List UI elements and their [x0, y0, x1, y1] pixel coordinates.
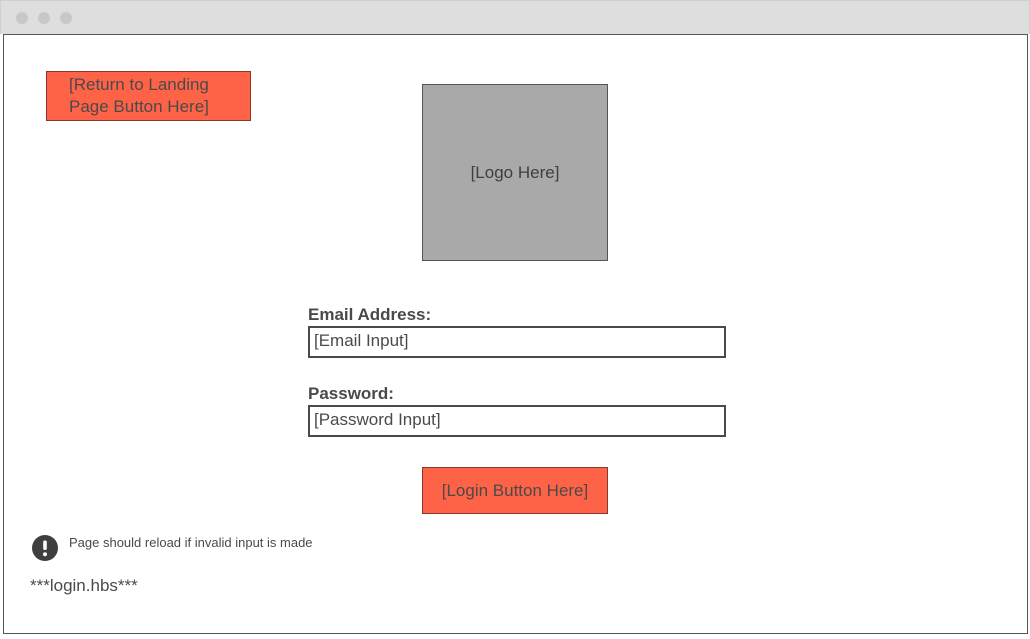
validation-note: Page should reload if invalid input is m… [69, 535, 313, 550]
maximize-dot[interactable] [60, 12, 72, 24]
minimize-dot[interactable] [38, 12, 50, 24]
return-to-landing-button[interactable]: [Return to Landing Page Button Here] [46, 71, 251, 121]
login-button-label: [Login Button Here] [441, 480, 589, 500]
template-filename: ***login.hbs*** [30, 576, 138, 595]
logo-placeholder: [Logo Here] [422, 84, 608, 261]
password-label: Password: [308, 384, 394, 403]
password-input[interactable]: [Password Input] [308, 405, 726, 437]
login-button[interactable]: [Login Button Here] [422, 467, 608, 514]
window-titlebar [0, 0, 1030, 34]
logo-label: [Logo Here] [470, 162, 560, 182]
close-dot[interactable] [16, 12, 28, 24]
browser-window: [Return to Landing Page Button Here] [Lo… [0, 0, 1030, 639]
email-input[interactable]: [Email Input] [308, 326, 726, 358]
email-label: Email Address: [308, 305, 432, 324]
exclamation-icon [32, 535, 58, 561]
